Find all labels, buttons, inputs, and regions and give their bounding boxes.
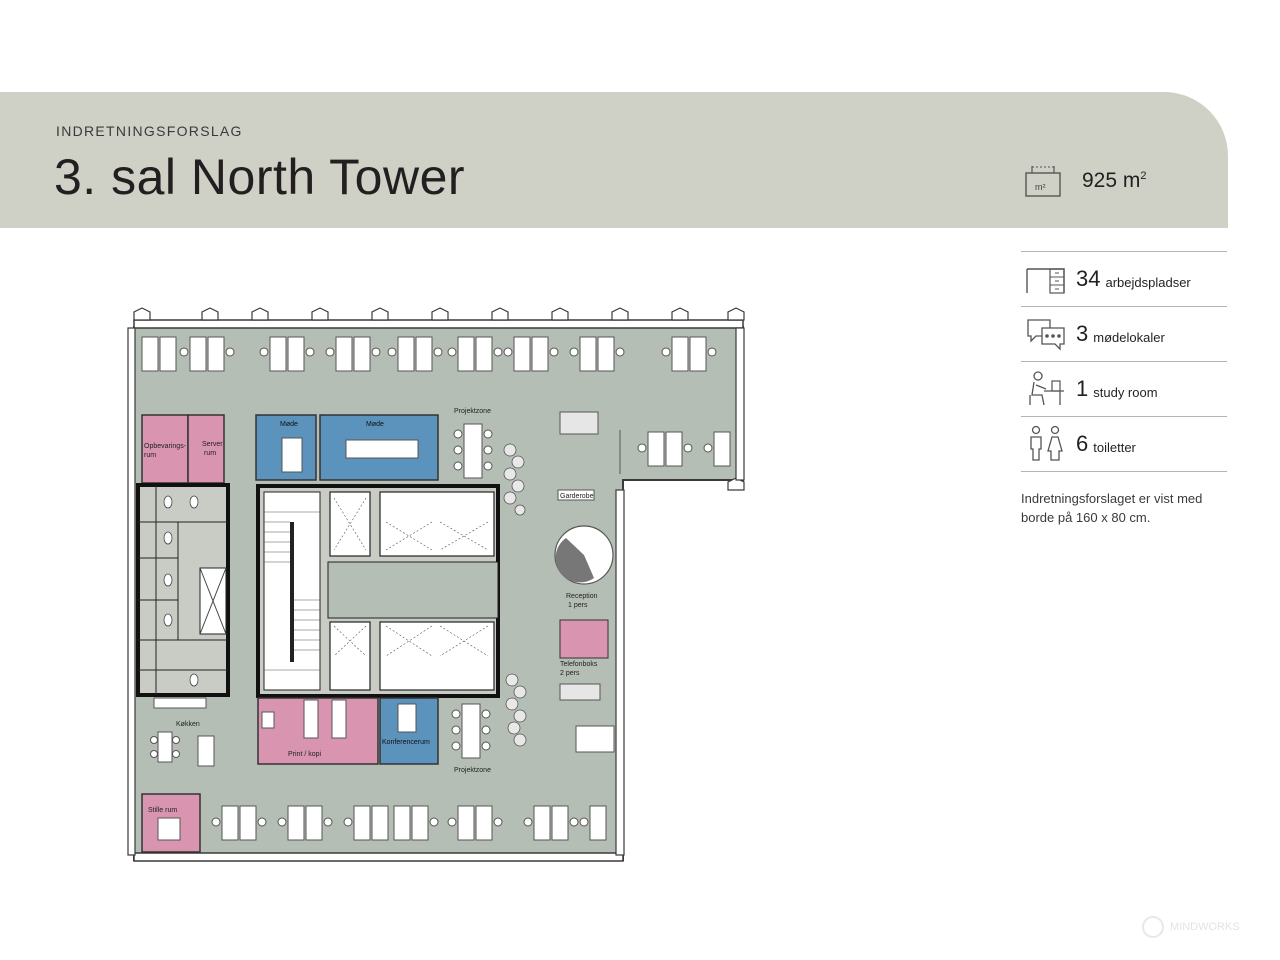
- chat-bubbles-icon: [1027, 319, 1065, 351]
- label-phone-booth-2: 2 pers: [560, 670, 580, 677]
- label-kitchen: Køkken: [176, 721, 200, 728]
- stat-toilets: 6 toiletter: [1021, 416, 1227, 472]
- project-zone-top-desks: [453, 423, 493, 479]
- quiet-room-desk: [157, 817, 181, 841]
- facade-right: [735, 327, 745, 481]
- page-subtitle: INDRETNINGSFORSLAG: [56, 123, 243, 139]
- stat-number: 34: [1076, 266, 1101, 291]
- label-phone-booth: Telefonboks: [560, 661, 598, 668]
- storage-unit: [559, 411, 599, 435]
- facade-bottom: [133, 852, 624, 862]
- floor-plan-drawing: Opbevarings- rum Server rum Møde Møde Pr…: [127, 307, 745, 862]
- label-reception-2: 1 pers: [568, 602, 588, 609]
- kitchen-island: [197, 735, 215, 767]
- label-storage-room: Opbevarings-: [144, 443, 187, 450]
- area-value: 925 m2: [1082, 169, 1147, 193]
- label-server-room: Server: [202, 441, 223, 448]
- label-conference-room: Konferencerum: [382, 739, 430, 746]
- stat-meeting-rooms: 3 mødelokaler: [1021, 306, 1227, 361]
- stat-label: study room: [1093, 384, 1158, 400]
- facade-left: [127, 327, 136, 856]
- stat-workstations: 34 arbejdspladser: [1021, 251, 1227, 306]
- project-zone-bottom-desks: [451, 703, 491, 759]
- stat-number: 3: [1076, 321, 1089, 346]
- label-wardrobe: Garderobe: [560, 493, 594, 500]
- stair-handrail: [290, 522, 294, 662]
- stat-label: mødelokaler: [1093, 329, 1165, 345]
- floor-plan: Opbevarings- rum Server rum Møde Møde Pr…: [118, 300, 758, 870]
- svg-text:m²: m²: [1035, 182, 1046, 192]
- label-storage-room-2: rum: [144, 452, 156, 459]
- kitchen-counter: [153, 697, 207, 709]
- stat-number: 6: [1076, 431, 1089, 456]
- label-quiet-room: Stille rum: [148, 807, 177, 814]
- toilet-people-icon: [1030, 425, 1063, 461]
- meeting-table-1: [281, 437, 303, 473]
- phone-booth: [559, 619, 609, 659]
- watermark-text: MINDWORKS: [1170, 921, 1240, 933]
- label-meeting-room-1: Møde: [280, 421, 298, 428]
- label-reception: Reception: [566, 593, 598, 600]
- layout-note: Indretningsforslaget er vist med borde p…: [1021, 491, 1203, 525]
- area-info: m² 925 m2: [1024, 164, 1147, 198]
- stat-number: 1: [1076, 376, 1089, 401]
- watermark-logo-icon: [1142, 916, 1164, 938]
- conference-table: [397, 703, 417, 733]
- server-room: [187, 414, 225, 484]
- facade-right-lower: [615, 489, 625, 856]
- facade-top: [133, 319, 744, 329]
- area-number: 925 m: [1082, 169, 1141, 192]
- area-unit-sup: 2: [1140, 170, 1147, 182]
- lounge-sofa: [575, 725, 615, 753]
- area-m2-icon: m²: [1025, 166, 1061, 197]
- watermark: MINDWORKS: [1142, 916, 1240, 938]
- label-server-room-2: rum: [204, 450, 216, 457]
- phone-booth-furniture: [559, 683, 601, 701]
- label-project-zone-bottom: Projektzone: [454, 767, 491, 774]
- label-meeting-room-2: Møde: [366, 421, 384, 428]
- meeting-table-2: [345, 439, 419, 459]
- stat-label: arbejdspladser: [1105, 274, 1191, 290]
- label-print-copy: Print / kopi: [288, 751, 322, 758]
- label-project-zone-top: Projektzone: [454, 408, 491, 415]
- stat-study-room: 1 study room: [1021, 361, 1227, 416]
- desk-icon: [1026, 268, 1065, 294]
- stat-label: toiletter: [1093, 439, 1136, 455]
- core-corridor: [327, 561, 499, 619]
- stats-list: 34 arbejdspladser 3 mødelokaler 1 study …: [1021, 251, 1227, 472]
- study-person-icon: [1029, 371, 1064, 406]
- page-title: 3. sal North Tower: [54, 149, 466, 205]
